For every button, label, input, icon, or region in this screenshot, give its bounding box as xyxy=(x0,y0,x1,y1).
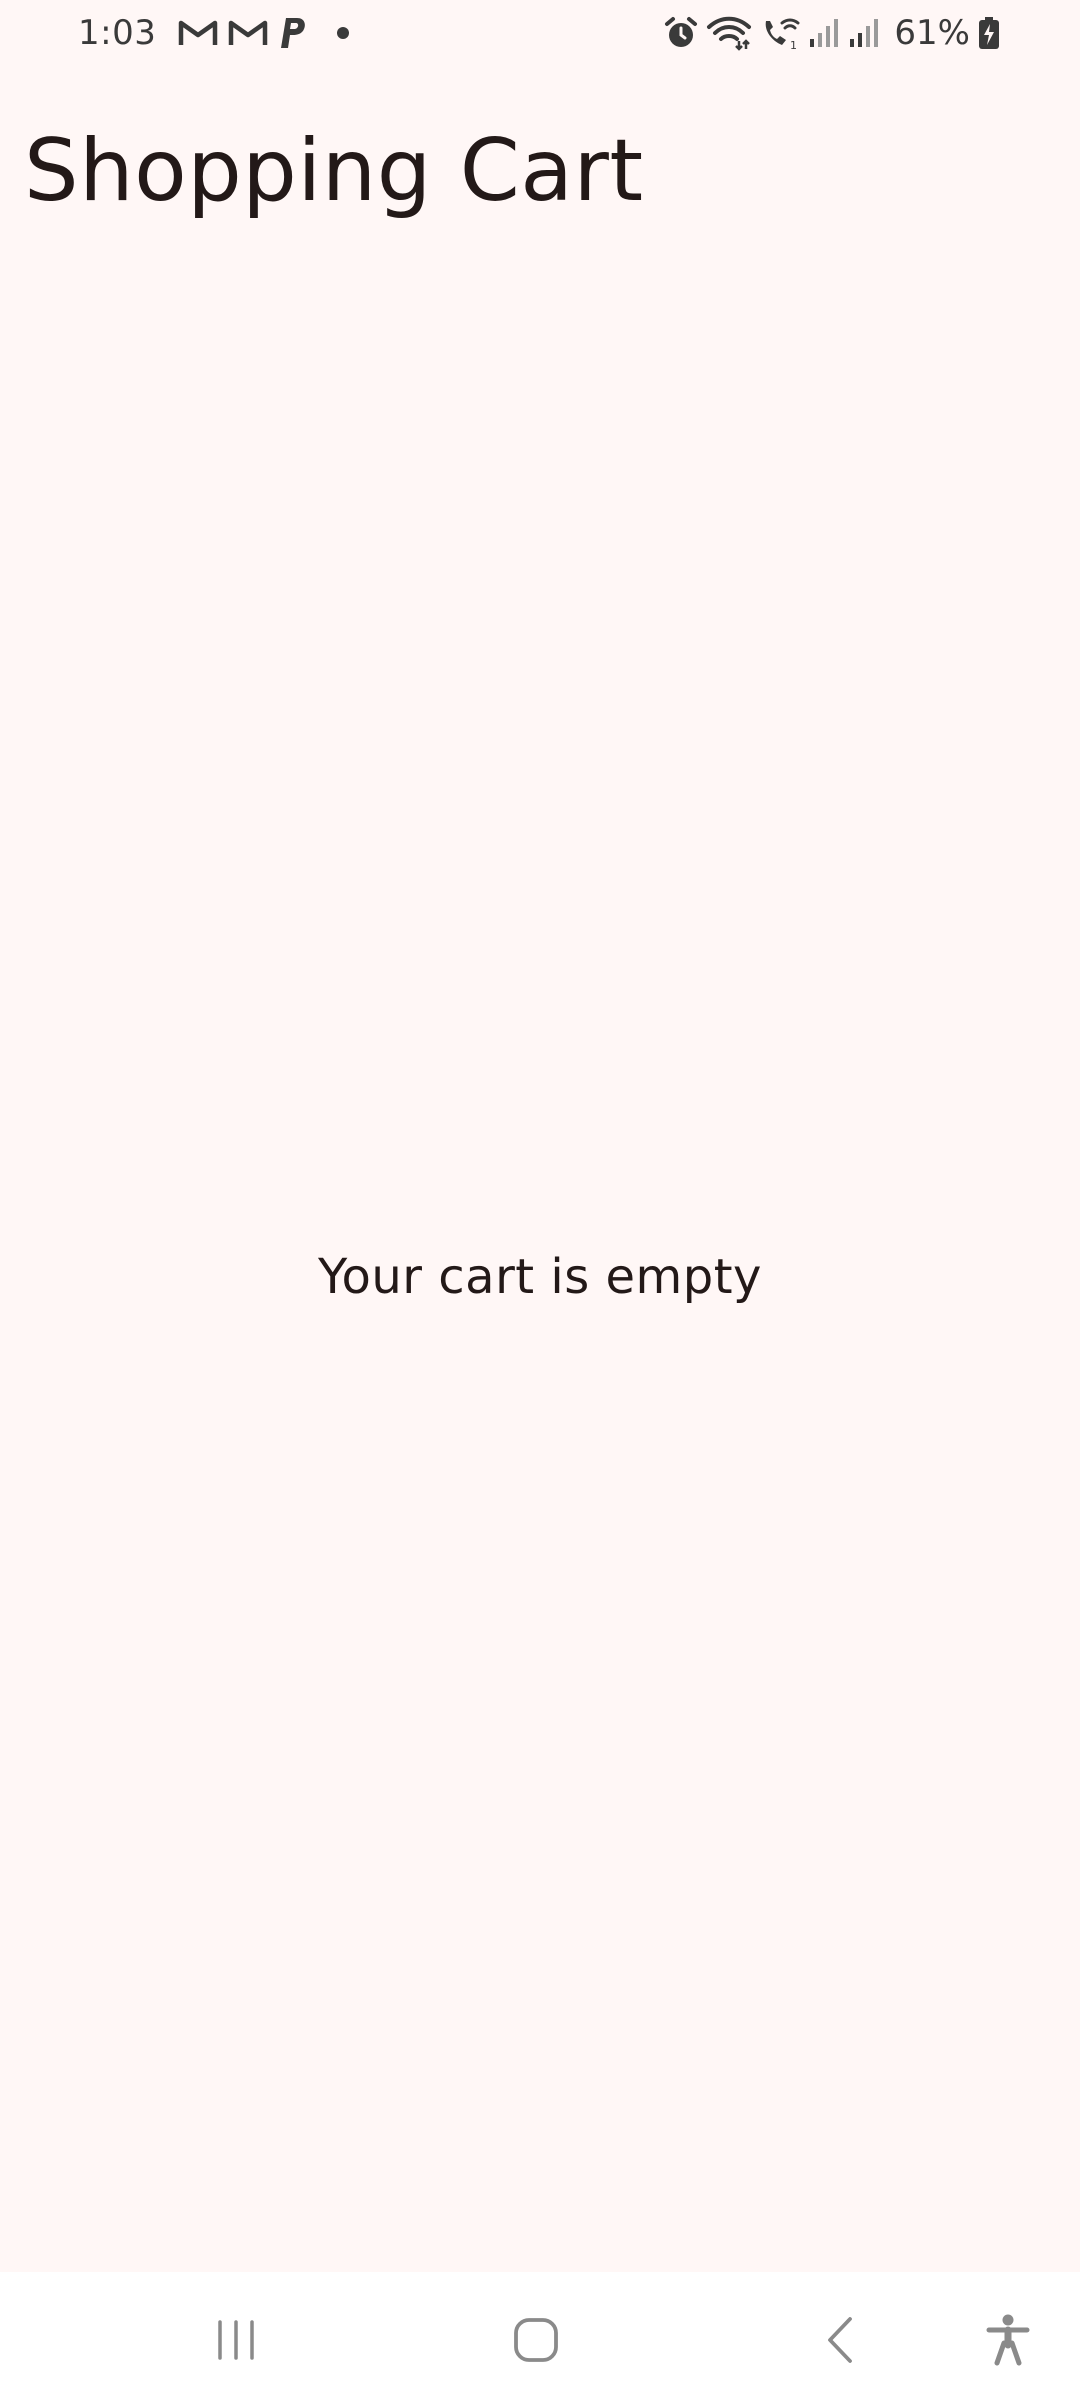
back-button[interactable] xyxy=(780,2272,900,2408)
status-right: 1 61% xyxy=(664,0,1000,66)
gmail-icon xyxy=(228,18,268,48)
notification-dot-icon xyxy=(336,26,350,40)
status-left: 1:03 xyxy=(78,0,350,66)
battery-percent: 61% xyxy=(894,13,970,53)
battery-charging-icon xyxy=(978,16,1000,50)
status-bar: 1:03 1 61% xyxy=(0,0,1080,66)
signal-icon xyxy=(808,17,840,49)
navigation-bar xyxy=(0,2272,1080,2408)
status-time: 1:03 xyxy=(78,13,157,53)
signal-icon xyxy=(848,17,880,49)
back-icon xyxy=(822,2315,858,2365)
accessibility-icon xyxy=(986,2313,1030,2367)
home-button[interactable] xyxy=(476,2272,596,2408)
accessibility-button[interactable] xyxy=(948,2272,1068,2408)
empty-cart-message: Your cart is empty xyxy=(318,1249,762,1305)
svg-text:1: 1 xyxy=(790,39,797,51)
home-icon xyxy=(512,2316,560,2364)
wifi-icon xyxy=(706,15,752,51)
paypal-icon xyxy=(278,16,308,50)
wifi-calling-icon: 1 xyxy=(760,15,800,51)
page-title: Shopping Cart xyxy=(24,121,644,221)
gmail-icon xyxy=(178,18,218,48)
alarm-icon xyxy=(664,16,698,50)
recent-apps-icon xyxy=(214,2318,258,2362)
recent-apps-button[interactable] xyxy=(176,2272,296,2408)
